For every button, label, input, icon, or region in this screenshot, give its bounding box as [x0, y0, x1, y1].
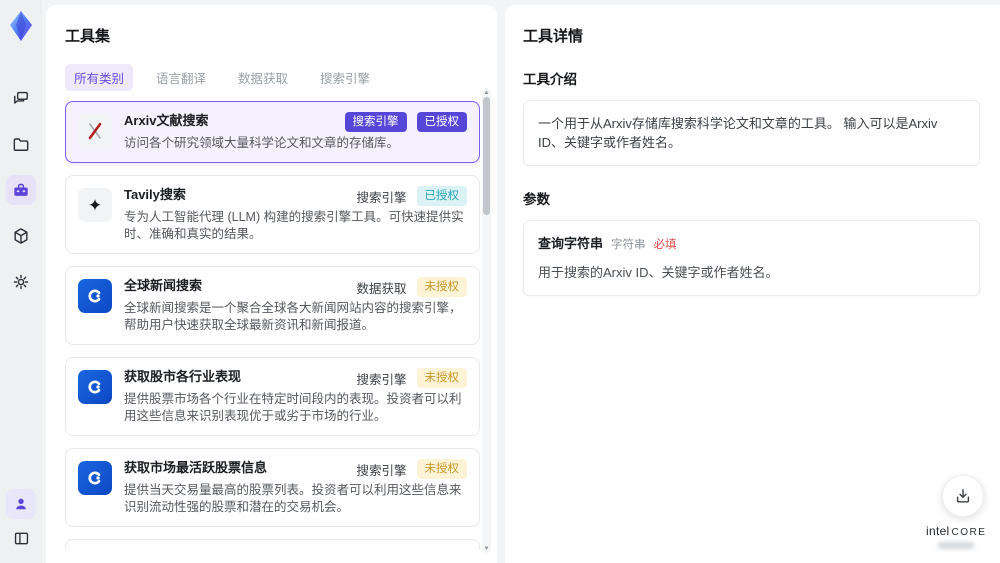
settings-gear-icon[interactable] [6, 267, 36, 297]
tool-list: Arxiv文献搜索 搜索引擎 已授权 访问各个研究领域大量科学论文和文章的存储库… [65, 101, 480, 549]
tab-search-engine[interactable]: 搜索引擎 [311, 64, 379, 91]
auth-status-badge: 已授权 [416, 186, 467, 206]
category-tabs: 所有类别 语言翻译 数据获取 搜索引擎 [65, 64, 497, 91]
param-name: 查询字符串 [538, 236, 604, 251]
tool-card-regional-news[interactable]: 万维地区新闻查询 搜索引擎 未授权 查询具体行政区划内的新闻，快速了解各地新闻动 [65, 539, 480, 549]
intro-text-box: 一个用于从Arxiv存储库搜索科学论文和文章的工具。 输入可以是Arxiv ID… [523, 100, 980, 166]
category-label: 搜索引擎 [356, 190, 407, 205]
tool-description: 全球新闻搜索是一个聚合全球各大新闻网站内容的搜索引擎，帮助用户快速获取全球最新资… [124, 301, 462, 332]
user-profile-icon[interactable] [6, 489, 36, 519]
tool-detail-panel: 工具详情 工具介绍 一个用于从Arxiv存储库搜索科学论文和文章的工具。 输入可… [505, 5, 1000, 563]
cube-nav-icon[interactable] [6, 221, 36, 251]
tool-name: 获取股市各行业表现 [124, 369, 242, 384]
auth-status-badge: 未授权 [416, 368, 467, 388]
toolbox-nav-icon[interactable] [6, 175, 36, 205]
sidebar-toggle-icon[interactable] [6, 523, 36, 553]
auth-status-badge: 未授权 [416, 277, 467, 297]
param-box: 查询字符串 字符串 必填 用于搜索的Arxiv ID、关键字或作者姓名。 [523, 220, 980, 296]
auth-status-badge: 已授权 [416, 112, 467, 132]
download-button[interactable] [942, 475, 984, 517]
scrollbar-down-arrow[interactable]: ▼ [482, 545, 491, 553]
chat-nav-icon[interactable] [6, 83, 36, 113]
tool-description: 专为人工智能代理 (LLM) 构建的搜索引擎工具。可快速提供实时、准确和真实的结… [124, 210, 464, 241]
params-heading: 参数 [523, 192, 550, 207]
tool-description: 提供股票市场各个行业在特定时间段内的表现。投资者可以利用这些信息来识别表现优于或… [124, 392, 462, 423]
qianfan-blue-icon [78, 279, 112, 313]
auth-status-badge: 未授权 [416, 459, 467, 479]
tool-card-tavily[interactable]: ✦ Tavily搜索 搜索引擎 已授权 专为人工智能代理 (LLM) 构建的搜索… [65, 175, 480, 254]
category-badge: 搜索引擎 [344, 112, 407, 132]
nav-rail [0, 0, 42, 563]
tavily-star-icon: ✦ [78, 188, 112, 222]
tool-card-active-stocks[interactable]: 获取市场最活跃股票信息 搜索引擎 未授权 提供当天交易量最高的股票列表。投资者可… [65, 448, 480, 527]
intro-heading: 工具介绍 [523, 72, 577, 87]
param-type: 字符串 [611, 239, 646, 251]
category-label: 搜索引擎 [356, 463, 407, 478]
folder-nav-icon[interactable] [6, 129, 36, 159]
core-text: CORE [951, 527, 987, 538]
page-title: 工具集 [65, 28, 111, 45]
tool-description: 提供当天交易量最高的股票列表。投资者可以利用这些信息来识别流动性强的股票和潜在的… [124, 483, 462, 514]
scrollbar-thumb[interactable] [483, 97, 490, 215]
tool-name: Arxiv文献搜索 [124, 113, 209, 128]
tool-name: 全球新闻搜索 [124, 278, 203, 293]
scrollbar-up-arrow[interactable]: ▲ [482, 89, 491, 97]
param-description: 用于搜索的Arxiv ID、关键字或作者姓名。 [538, 265, 779, 280]
tab-all-categories[interactable]: 所有类别 [65, 64, 134, 91]
tool-list-panel: 工具集 所有类别 语言翻译 数据获取 搜索引擎 Arxiv文献搜索 搜索引擎 已… [46, 5, 497, 563]
detail-title: 工具详情 [523, 28, 584, 45]
category-label: 搜索引擎 [356, 372, 407, 387]
app-logo[interactable] [6, 9, 36, 43]
intel-text: intel [926, 524, 950, 538]
tab-translation[interactable]: 语言翻译 [147, 64, 215, 91]
arxiv-icon [78, 114, 112, 148]
tool-card-global-news[interactable]: 全球新闻搜索 数据获取 未授权 全球新闻搜索是一个聚合全球各大新闻网站内容的搜索… [65, 266, 480, 345]
tool-card-arxiv[interactable]: Arxiv文献搜索 搜索引擎 已授权 访问各个研究领域大量科学论文和文章的存储库… [65, 101, 480, 163]
tool-name: Tavily搜索 [124, 187, 186, 202]
tool-name: 获取市场最活跃股票信息 [124, 460, 268, 475]
param-required-flag: 必填 [653, 239, 677, 251]
tool-card-industry-performance[interactable]: 获取股市各行业表现 搜索引擎 未授权 提供股票市场各个行业在特定时间段内的表现。… [65, 357, 480, 436]
blurred-badge [938, 542, 974, 549]
list-scrollbar[interactable]: ▲ ▼ [482, 89, 491, 553]
qianfan-blue-icon [78, 461, 112, 495]
qianfan-blue-icon [78, 370, 112, 404]
intel-core-logo: intel CORE [926, 522, 986, 549]
tab-data-fetch[interactable]: 数据获取 [229, 64, 297, 91]
tool-description: 访问各个研究领域大量科学论文和文章的存储库。 [124, 136, 400, 150]
category-label: 数据获取 [356, 281, 407, 296]
